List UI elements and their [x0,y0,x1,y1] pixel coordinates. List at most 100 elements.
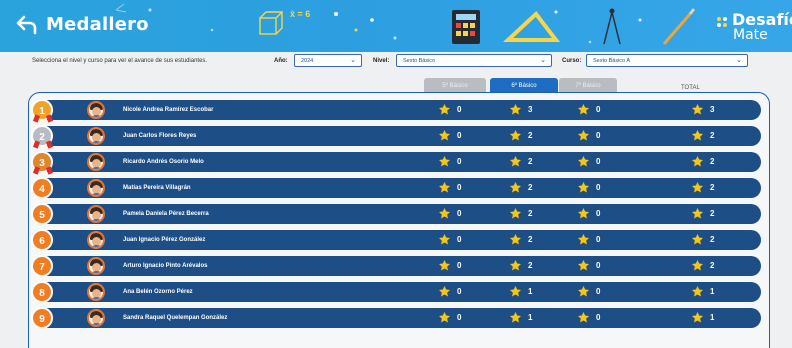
star-icon [438,233,451,246]
student-name: Matías Pereira Villagrán [123,185,191,191]
score-value: 0 [457,209,462,218]
level-label: Nivel: [373,58,390,64]
star-icon [577,259,590,272]
student-name: Juan Carlos Flores Reyes [123,133,197,139]
level-score-s7: 0 [577,233,607,247]
student-avatar [87,231,105,249]
total-score: 2 [691,155,721,169]
total-score: 1 [691,285,721,299]
student-avatar [87,257,105,275]
level-score-s6: 2 [509,259,539,273]
ranking-row[interactable]: 4 Matías Pereira Villagrán 0 2 0 2 [31,177,761,199]
star-icon [577,233,590,246]
brand-logo: Desafío Mate [716,8,792,44]
level-score-s6: 1 [509,311,539,325]
rank-medal: 9 [31,307,53,329]
star-icon [577,103,590,116]
level-score-s7: 0 [577,103,607,117]
chevron-down-icon: ⌄ [350,57,356,64]
level-score-s7: 0 [577,129,607,143]
level-select[interactable]: Sexto Básico ⌄ [396,54,552,67]
student-avatar [87,153,105,171]
level-score-s6: 2 [509,207,539,221]
star-icon [577,181,590,194]
total-score: 2 [691,207,721,221]
rank-medal: 4 [31,177,53,199]
year-select[interactable]: 2024 ⌄ [294,54,362,67]
filter-bar: Selecciona el nivel y curso para ver el … [0,52,792,74]
level-score-s7: 0 [577,181,607,195]
score-value: 0 [457,235,462,244]
formula-decoration: x̄ = 6 [290,9,311,19]
star-icon [438,103,451,116]
arrow-back-icon[interactable] [14,12,40,38]
star-icon [509,233,522,246]
total-score: 2 [691,233,721,247]
ranking-row[interactable]: 5 Pamela Daniela Pérez Becerra 0 2 0 2 [31,203,761,225]
level-score-s5: 0 [438,129,468,143]
level-score-s5: 0 [438,207,468,221]
level-score-s7: 0 [577,311,607,325]
level-score-s5: 0 [438,233,468,247]
level-score-s5: 0 [438,259,468,273]
total-score: 3 [691,103,721,117]
score-value: 2 [710,235,715,244]
score-value: 1 [710,313,715,322]
star-icon [509,103,522,116]
brand-dots-icon [717,17,727,27]
level-score-s6: 2 [509,181,539,195]
ranking-row[interactable]: 8 Ana Belén Ozorno Pérez 0 1 0 1 [31,281,761,303]
student-avatar [87,309,105,327]
star-icon [438,259,451,272]
ranking-row[interactable]: 1 Nicole Andrea Ramírez Escobar 0 3 0 3 [31,99,761,123]
score-value: 0 [596,261,601,270]
score-value: 3 [710,105,715,114]
star-icon [577,207,590,220]
score-value: 2 [710,209,715,218]
student-avatar [87,205,105,223]
star-icon [577,311,590,324]
star-icon [509,207,522,220]
level-score-s6: 2 [509,233,539,247]
ranking-row[interactable]: 7 Arturo Ignacio Pinto Arévalos 0 2 0 2 [31,255,761,277]
score-value: 0 [596,183,601,192]
star-icon [438,207,451,220]
score-value: 2 [710,183,715,192]
student-avatar [87,127,105,145]
star-icon [691,181,704,194]
rank-medal: 6 [31,229,53,251]
score-value: 0 [596,235,601,244]
star-icon [691,207,704,220]
ranking-row[interactable]: 2 Juan Carlos Flores Reyes 0 2 0 2 [31,125,761,149]
star-icon [438,285,451,298]
star-icon [691,285,704,298]
ranking-row[interactable]: 6 Juan Ignacio Pérez González 0 2 0 2 [31,229,761,251]
level-score-s6: 1 [509,285,539,299]
student-name: Pamela Daniela Pérez Becerra [123,211,209,217]
score-value: 0 [596,313,601,322]
score-value: 0 [457,313,462,322]
star-icon [691,311,704,324]
score-value: 2 [710,131,715,140]
level-value: Sexto Básico [403,58,436,64]
score-value: 2 [528,157,533,166]
score-value: 0 [457,105,462,114]
level-score-s7: 0 [577,207,607,221]
score-value: 0 [596,157,601,166]
star-icon [577,155,590,168]
score-value: 0 [596,131,601,140]
star-icon [691,259,704,272]
student-name: Juan Ignacio Pérez González [123,237,206,243]
score-value: 0 [457,183,462,192]
app-header: Medallero x̄ = 6 Desafío Mate [0,0,792,52]
score-value: 2 [528,235,533,244]
score-value: 0 [457,261,462,270]
course-select[interactable]: Sexto Básico A ⌄ [586,54,748,67]
star-icon [691,129,704,142]
ranking-row[interactable]: 3 Ricardo Andrés Osorio Melo 0 2 0 2 [31,151,761,175]
star-icon [691,233,704,246]
student-avatar [87,283,105,301]
level-score-s5: 0 [438,285,468,299]
star-icon [577,285,590,298]
ranking-row[interactable]: 9 Sandra Raquel Quelempan González 0 1 0 1 [31,307,761,329]
